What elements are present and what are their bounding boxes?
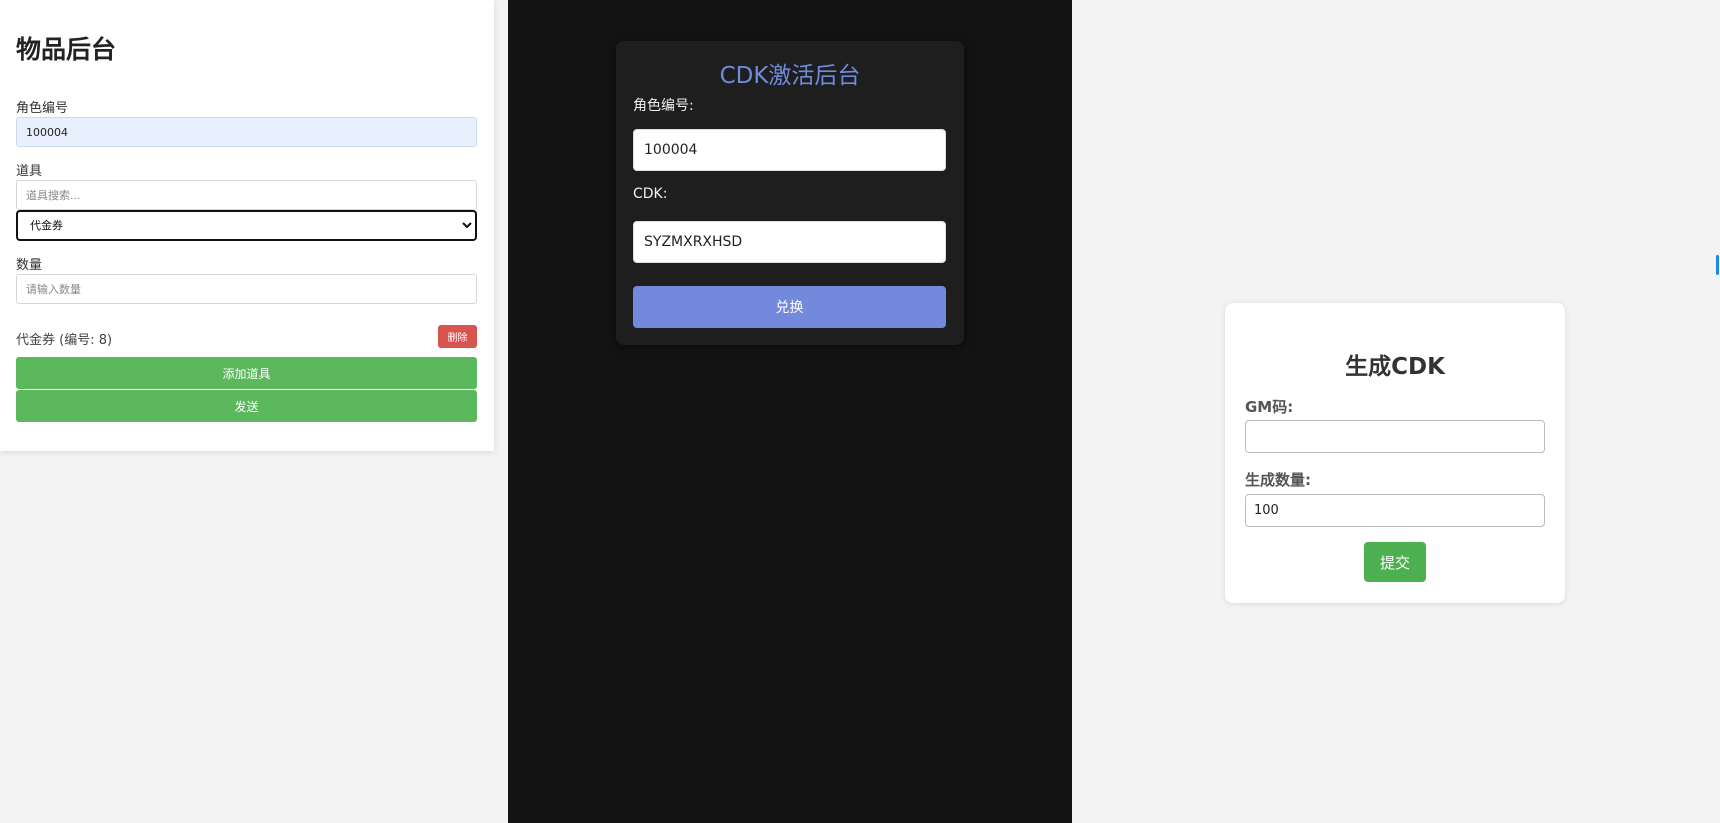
item-admin-panel: 物品后台 角色编号 道具 代金券 数量 代金券 (编号: 8) 删除 添加道具 … (0, 0, 494, 451)
added-item-text: 代金券 (编号: 8) (16, 333, 113, 348)
item-select[interactable]: 代金券 (16, 210, 477, 241)
role-id-label: 角色编号 (16, 101, 69, 116)
quantity-label: 数量 (16, 258, 43, 273)
cdk-role-id-label: 角色编号: (633, 98, 694, 114)
cdk-code-label: CDK: (633, 186, 668, 202)
gm-code-input[interactable] (1245, 420, 1545, 453)
cdk-role-id-input[interactable] (633, 129, 946, 171)
add-item-button[interactable]: 添加道具 (16, 357, 477, 389)
delete-item-button[interactable]: 删除 (438, 325, 477, 348)
item-admin-title: 物品后台 (16, 35, 117, 64)
generate-count-label: 生成数量: (1245, 471, 1311, 489)
item-search-input[interactable] (16, 180, 477, 210)
cdk-activation-title: CDK激活后台 (719, 63, 861, 89)
cdk-code-input[interactable] (633, 221, 946, 263)
submit-button[interactable]: 提交 (1364, 542, 1426, 582)
generate-count-input[interactable] (1245, 494, 1545, 527)
role-id-input[interactable] (16, 117, 477, 147)
item-label: 道具 (16, 164, 43, 179)
edge-indicator (1716, 255, 1719, 275)
generate-cdk-title: 生成CDK (1345, 354, 1445, 380)
send-button[interactable]: 发送 (16, 390, 477, 422)
cdk-activation-card: CDK激活后台 角色编号: CDK: 兑换 (616, 41, 964, 345)
gm-code-label: GM码: (1245, 398, 1294, 416)
redeem-button[interactable]: 兑换 (633, 286, 946, 328)
generate-cdk-card: 生成CDK GM码: 生成数量: 提交 (1225, 303, 1565, 603)
quantity-input[interactable] (16, 274, 477, 304)
cdk-activation-panel: CDK激活后台 角色编号: CDK: 兑换 (508, 0, 1072, 823)
